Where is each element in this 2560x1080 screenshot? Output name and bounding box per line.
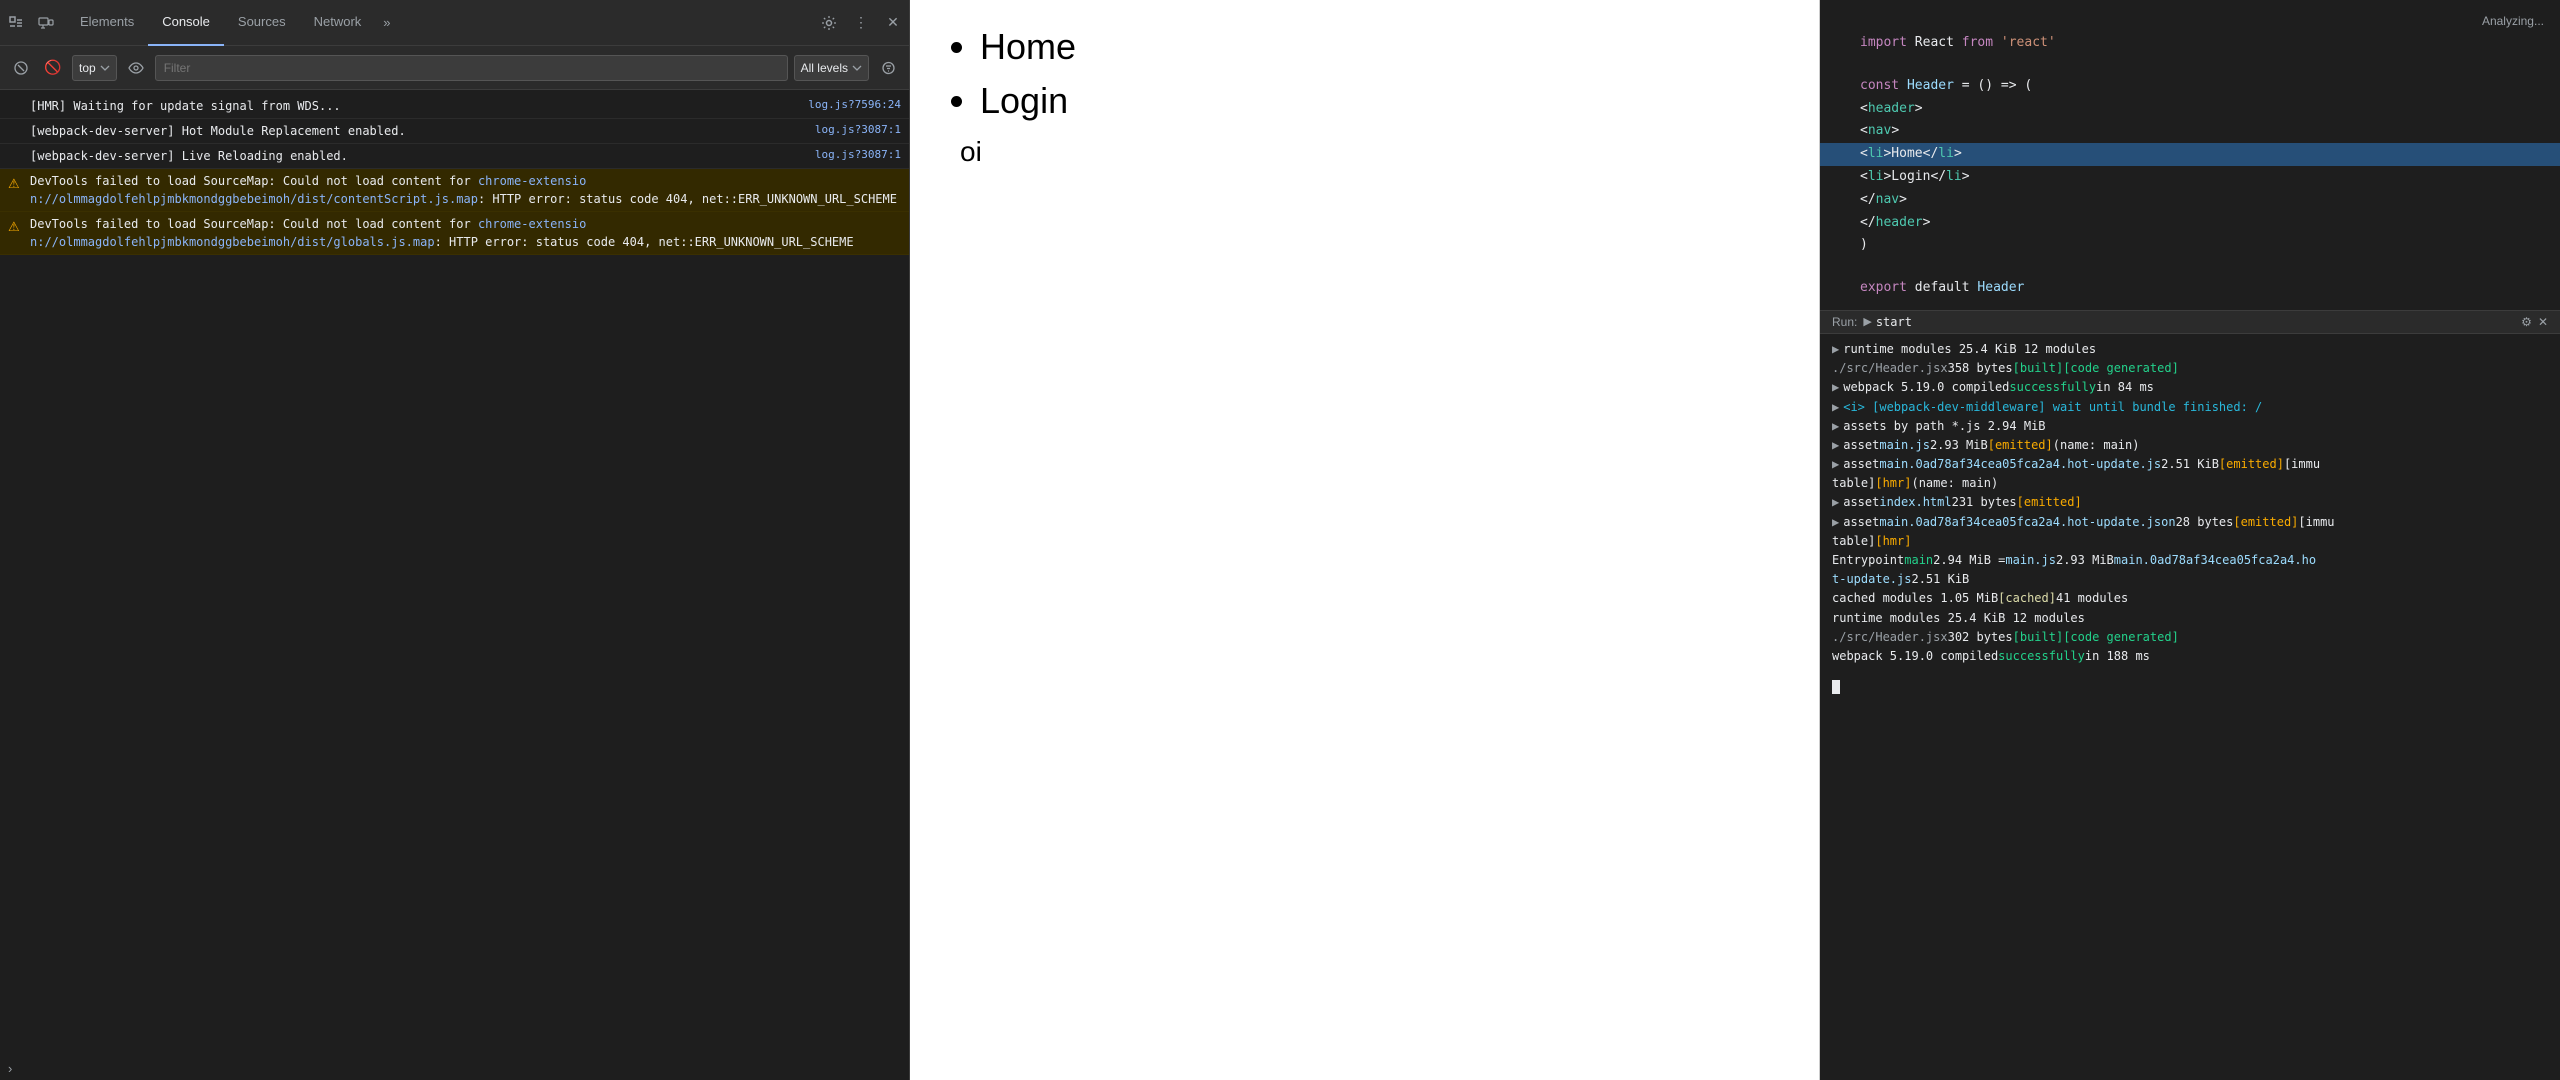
console-messages: [HMR] Waiting for update signal from WDS… [0, 90, 909, 1057]
code-line-const: const Header = () => ( [1820, 75, 2560, 98]
warning-icon: ⚠ [8, 174, 24, 194]
run-label: Run: [1832, 315, 1857, 329]
nav-item-home: Home [980, 20, 1779, 74]
terminal-cursor [1832, 680, 1840, 694]
code-line-1: import React from 'react' [1820, 32, 2560, 55]
console-message-warn2: ⚠ DevTools failed to load SourceMap: Cou… [0, 212, 909, 255]
code-line-nav-close: </nav> [1820, 189, 2560, 212]
run-icon: ▶ [1863, 315, 1871, 328]
console-prompt: › [0, 1057, 909, 1080]
browser-content: Home Login oi [910, 0, 1819, 1080]
chevron-down-icon [852, 65, 862, 71]
analyzing-label: Analyzing... [1820, 10, 2560, 32]
level-selector[interactable]: All levels [794, 55, 869, 81]
prompt-arrow: › [8, 1061, 12, 1076]
term-line-13: t-update.js 2.51 KiB [1832, 570, 2548, 589]
term-line-9: ▶ asset index.html 231 bytes [emitted] [1832, 493, 2548, 512]
devtools-actions: ⋮ ✕ [817, 11, 905, 35]
terminal-content: ▶ runtime modules 25.4 KiB 12 modules ./… [1820, 334, 2560, 672]
browser-preview: Home Login oi [910, 0, 1820, 1080]
message-text: [HMR] Waiting for update signal from WDS… [30, 97, 800, 115]
terminal-close-icon[interactable]: ✕ [2538, 315, 2548, 329]
console-message-hmr-enabled: [webpack-dev-server] Hot Module Replacem… [0, 119, 909, 144]
preview-extra-text: oi [960, 136, 1779, 168]
term-line-5: ▶ assets by path *.js 2.94 MiB [1832, 417, 2548, 436]
code-terminal-pane: Analyzing... import React from 'react' c… [1820, 0, 2560, 1080]
settings-icon[interactable] [817, 11, 841, 35]
context-selector[interactable]: top [72, 55, 117, 81]
inspect-icon[interactable] [4, 11, 28, 35]
tab-more[interactable]: » [375, 0, 398, 46]
devtools-tab-bar: Elements Console Sources Network » ⋮ ✕ [0, 0, 909, 46]
more-options-icon[interactable]: ⋮ [849, 11, 873, 35]
code-line-li-login: <li>Login</li> [1820, 166, 2560, 189]
code-line-header-close: </header> [1820, 212, 2560, 235]
terminal-settings-icon[interactable]: ⚙ [2521, 315, 2532, 329]
term-line-4: ▶ <i> [webpack-dev-middleware] wait unti… [1832, 398, 2548, 417]
console-message-warn1: ⚠ DevTools failed to load SourceMap: Cou… [0, 169, 909, 212]
term-line-15: runtime modules 25.4 KiB 12 modules [1832, 609, 2548, 628]
code-editor: Analyzing... import React from 'react' c… [1820, 0, 2560, 311]
term-line-2: ./src/Header.jsx 358 bytes [built] [code… [1832, 359, 2548, 378]
sourcemap-link-2[interactable]: chrome-extension://olmmagdolfehlpjmbkmon… [30, 217, 586, 249]
term-line-8: table] [hmr] (name: main) [1832, 474, 2548, 493]
code-line-header-open: <header> [1820, 98, 2560, 121]
code-line-close-paren: ) [1820, 234, 2560, 257]
message-location[interactable]: log.js?7596:24 [808, 97, 901, 114]
code-line-li-home: <li>Home</li> [1820, 143, 2560, 166]
term-line-11: table] [hmr] [1832, 532, 2548, 551]
terminal-prompt [1820, 676, 2560, 698]
term-line-14: cached modules 1.05 MiB [cached] 41 modu… [1832, 589, 2548, 608]
devtools-panel: Elements Console Sources Network » ⋮ ✕ [0, 0, 910, 1080]
devtools-icons [4, 11, 58, 35]
message-location[interactable]: log.js?3087:1 [815, 147, 901, 164]
message-text: [webpack-dev-server] Hot Module Replacem… [30, 122, 807, 140]
console-message-live-reload: [webpack-dev-server] Live Reloading enab… [0, 144, 909, 169]
term-line-10: ▶ asset main.0ad78af34cea05fca2a4.hot-up… [1832, 513, 2548, 532]
terminal-pane: Run: ▶ start ⚙ ✕ ▶ runtime modules 25.4 … [1820, 311, 2560, 1080]
tab-sources[interactable]: Sources [224, 0, 300, 46]
terminal-header: Run: ▶ start ⚙ ✕ [1820, 311, 2560, 334]
term-line-17: webpack 5.19.0 compiled successfully in … [1832, 647, 2548, 666]
term-line-1: ▶ runtime modules 25.4 KiB 12 modules [1832, 340, 2548, 359]
console-message-hmr: [HMR] Waiting for update signal from WDS… [0, 94, 909, 119]
tab-network[interactable]: Network [300, 0, 376, 46]
message-text: DevTools failed to load SourceMap: Could… [30, 215, 901, 251]
term-line-6: ▶ asset main.js 2.93 MiB [emitted] (name… [1832, 436, 2548, 455]
console-input[interactable] [18, 1062, 901, 1076]
term-line-16: ./src/Header.jsx 302 bytes [built] [code… [1832, 628, 2548, 647]
console-toolbar: 🚫 top All levels [0, 46, 909, 90]
code-line-nav-open: <nav> [1820, 120, 2560, 143]
filter-input[interactable] [155, 55, 788, 81]
nav-item-login: Login [980, 74, 1779, 128]
settings-filter-icon[interactable] [875, 55, 901, 81]
close-icon[interactable]: ✕ [881, 11, 905, 35]
message-text: [webpack-dev-server] Live Reloading enab… [30, 147, 807, 165]
code-line-blank2 [1820, 257, 2560, 277]
run-value: start [1876, 315, 1912, 329]
term-line-12: Entrypoint main 2.94 MiB = main.js 2.93 … [1832, 551, 2548, 570]
eye-icon[interactable] [123, 55, 149, 81]
preview-nav: Home Login [950, 20, 1779, 128]
chevron-down-icon [100, 65, 110, 71]
tab-elements[interactable]: Elements [66, 0, 148, 46]
warning-icon: ⚠ [8, 217, 24, 237]
message-location[interactable]: log.js?3087:1 [815, 122, 901, 139]
terminal-actions: ⚙ ✕ [2521, 315, 2548, 329]
term-line-7: ▶ asset main.0ad78af34cea05fca2a4.hot-up… [1832, 455, 2548, 474]
tab-console[interactable]: Console [148, 0, 224, 46]
sourcemap-link-1[interactable]: chrome-extension://olmmagdolfehlpjmbkmon… [30, 174, 586, 206]
term-line-3: ▶ webpack 5.19.0 compiled successfully i… [1832, 378, 2548, 397]
filter-toggle-btn[interactable]: 🚫 [40, 55, 66, 81]
clear-console-btn[interactable] [8, 55, 34, 81]
device-icon[interactable] [34, 11, 58, 35]
code-line-export: export default Header [1820, 277, 2560, 300]
message-text: DevTools failed to load SourceMap: Could… [30, 172, 901, 208]
code-line-blank1 [1820, 55, 2560, 75]
